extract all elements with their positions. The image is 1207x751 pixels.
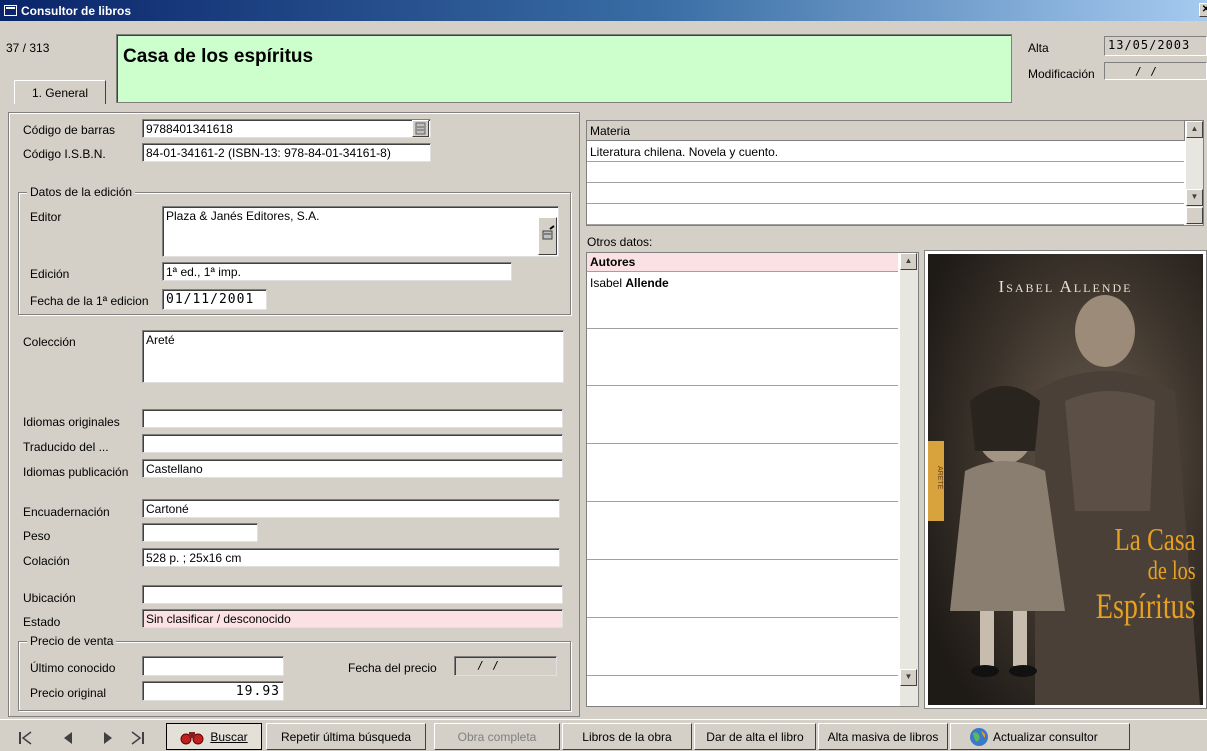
book-cover-frame: Isabel Allende ARETÉ La Casa de los Espí… [924,250,1207,709]
materia-row[interactable] [587,205,1184,225]
libros-obra-button[interactable]: Libros de la obra [562,723,692,750]
globe-icon [970,727,988,746]
materia-grid[interactable]: Materia Literatura chilena. Novela y cue… [586,120,1204,226]
barcode-label: Código de barras [23,123,116,137]
cover-title: La Casa de los Espíritus [1080,523,1205,625]
author-first-name: Isabel [590,276,626,290]
fecha-edicion-field[interactable]: 01/11/2001 [162,289,267,310]
scroll-thumb[interactable] [1186,207,1203,224]
estado-field[interactable]: Sin clasificar / desconocido [142,609,563,628]
editor-field[interactable]: Plaza & Janés Editores, S.A. [162,206,559,257]
author-row[interactable]: Isabel Allende [587,273,898,329]
materia-row[interactable] [587,163,1184,183]
last-record-icon[interactable] [125,727,151,748]
calculator-icon [415,122,426,135]
edicion-field[interactable]: 1ª ed., 1ª imp. [162,262,512,281]
binoculars-icon [180,731,204,744]
obra-completa-button[interactable]: Obra completa [434,723,560,750]
alta-label: Alta [1028,41,1049,55]
cover-title-line3: Espíritus [1095,586,1196,626]
window-title: Consultor de libros [21,3,132,18]
tab-general[interactable]: 1. General [14,80,106,104]
otros-datos-label: Otros datos: [587,235,653,249]
idiomas-publicacion-field[interactable]: Castellano [142,459,563,478]
scroll-down-icon[interactable]: ▼ [900,669,917,686]
book-title: Casa de los espíritus [116,34,1012,103]
next-record-icon[interactable] [95,727,121,748]
record-position: 37 / 313 [6,41,50,55]
ubicacion-field[interactable] [142,585,563,604]
idiomas-originales-label: Idiomas originales [23,415,120,429]
materia-header: Materia [587,121,1185,141]
editor-lookup-button[interactable] [538,217,557,255]
encuadernacion-label: Encuadernación [23,505,110,519]
scroll-up-icon[interactable]: ▲ [900,253,917,270]
autores-header: Autores [587,253,898,272]
ultimo-conocido-field[interactable] [142,656,284,676]
estado-label: Estado [23,615,61,629]
modificacion-date-field: / / [1104,62,1207,80]
buscar-button[interactable]: Buscar [166,723,262,750]
cover-author: Isabel Allende [998,277,1133,296]
repetir-busqueda-button[interactable]: Repetir última búsqueda [266,723,426,750]
book-cover-image [928,254,1203,705]
fecha-precio-field[interactable]: / / [454,656,557,676]
encuadernacion-field[interactable]: Cartoné [142,499,560,518]
window-titlebar[interactable]: Consultor de libros ✕ [0,0,1207,21]
precio-original-label: Precio original [30,686,107,700]
list-item[interactable] [587,503,898,560]
cover-spine-text: ARETÉ [936,466,943,490]
fecha-edicion-label: Fecha de la 1ª edicion [30,294,149,308]
precio-group: Precio de venta [18,634,571,711]
first-record-icon[interactable] [12,727,38,748]
list-item[interactable] [587,561,898,618]
isbn-field[interactable]: 84-01-34161-2 (ISBN-13: 978-84-01-34161-… [142,143,431,162]
dar-alta-libro-button[interactable]: Dar de alta el libro [694,723,816,750]
materia-row[interactable]: Literatura chilena. Novela y cuento. [587,142,1184,162]
cover-title-line1: La Casa [1114,521,1196,557]
list-item[interactable] [587,445,898,502]
scroll-up-icon[interactable]: ▲ [1186,121,1203,138]
editor-label: Editor [30,210,62,224]
materia-scrollbar[interactable]: ▲ ▼ [1185,121,1203,225]
idiomas-originales-field[interactable] [142,409,563,428]
list-item[interactable] [587,329,898,386]
scroll-down-icon[interactable]: ▼ [1186,189,1203,206]
precio-original-field[interactable]: 19.93 [142,681,284,701]
traducido-field[interactable] [142,434,563,453]
alta-date-field: 13/05/2003 [1104,36,1207,56]
ultimo-conocido-label: Último conocido [30,661,116,675]
peso-label: Peso [23,529,51,543]
close-icon[interactable]: ✕ [1199,3,1207,17]
ubicacion-label: Ubicación [23,591,76,605]
author-last-name: Allende [625,276,669,290]
window-icon [4,5,17,16]
cover-title-line2: de los [1147,556,1196,585]
fecha-precio-label: Fecha del precio [348,661,437,675]
alta-masiva-button[interactable]: Alta masiva de libros [818,723,948,750]
autores-grid[interactable]: Autores Isabel Allende ▲ ▼ [586,252,919,707]
idiomas-publicacion-label: Idiomas publicación [23,465,129,479]
precio-group-title: Precio de venta [27,634,117,648]
list-item[interactable] [587,619,898,676]
colacion-label: Colación [23,554,70,568]
actualizar-consultor-button[interactable]: Actualizar consultor [950,723,1130,750]
edicion-label: Edición [30,267,70,281]
coleccion-label: Colección [23,335,76,349]
traducido-label: Traducido del ... [23,440,109,454]
materia-row[interactable] [587,184,1184,204]
barcode-field[interactable]: 9788401341618 [142,119,431,138]
barcode-lookup-button[interactable] [412,120,429,137]
edit-icon [542,225,555,240]
colacion-field[interactable]: 528 p. ; 25x16 cm [142,548,560,567]
edition-group-title: Datos de la edición [27,185,136,199]
isbn-label: Código I.S.B.N. [23,147,106,161]
list-item[interactable] [587,387,898,444]
previous-record-icon[interactable] [55,727,81,748]
peso-field[interactable] [142,523,258,542]
coleccion-field[interactable]: Areté [142,330,564,383]
autores-scrollbar[interactable]: ▲ ▼ [899,253,918,706]
modificacion-label: Modificación [1028,67,1095,81]
